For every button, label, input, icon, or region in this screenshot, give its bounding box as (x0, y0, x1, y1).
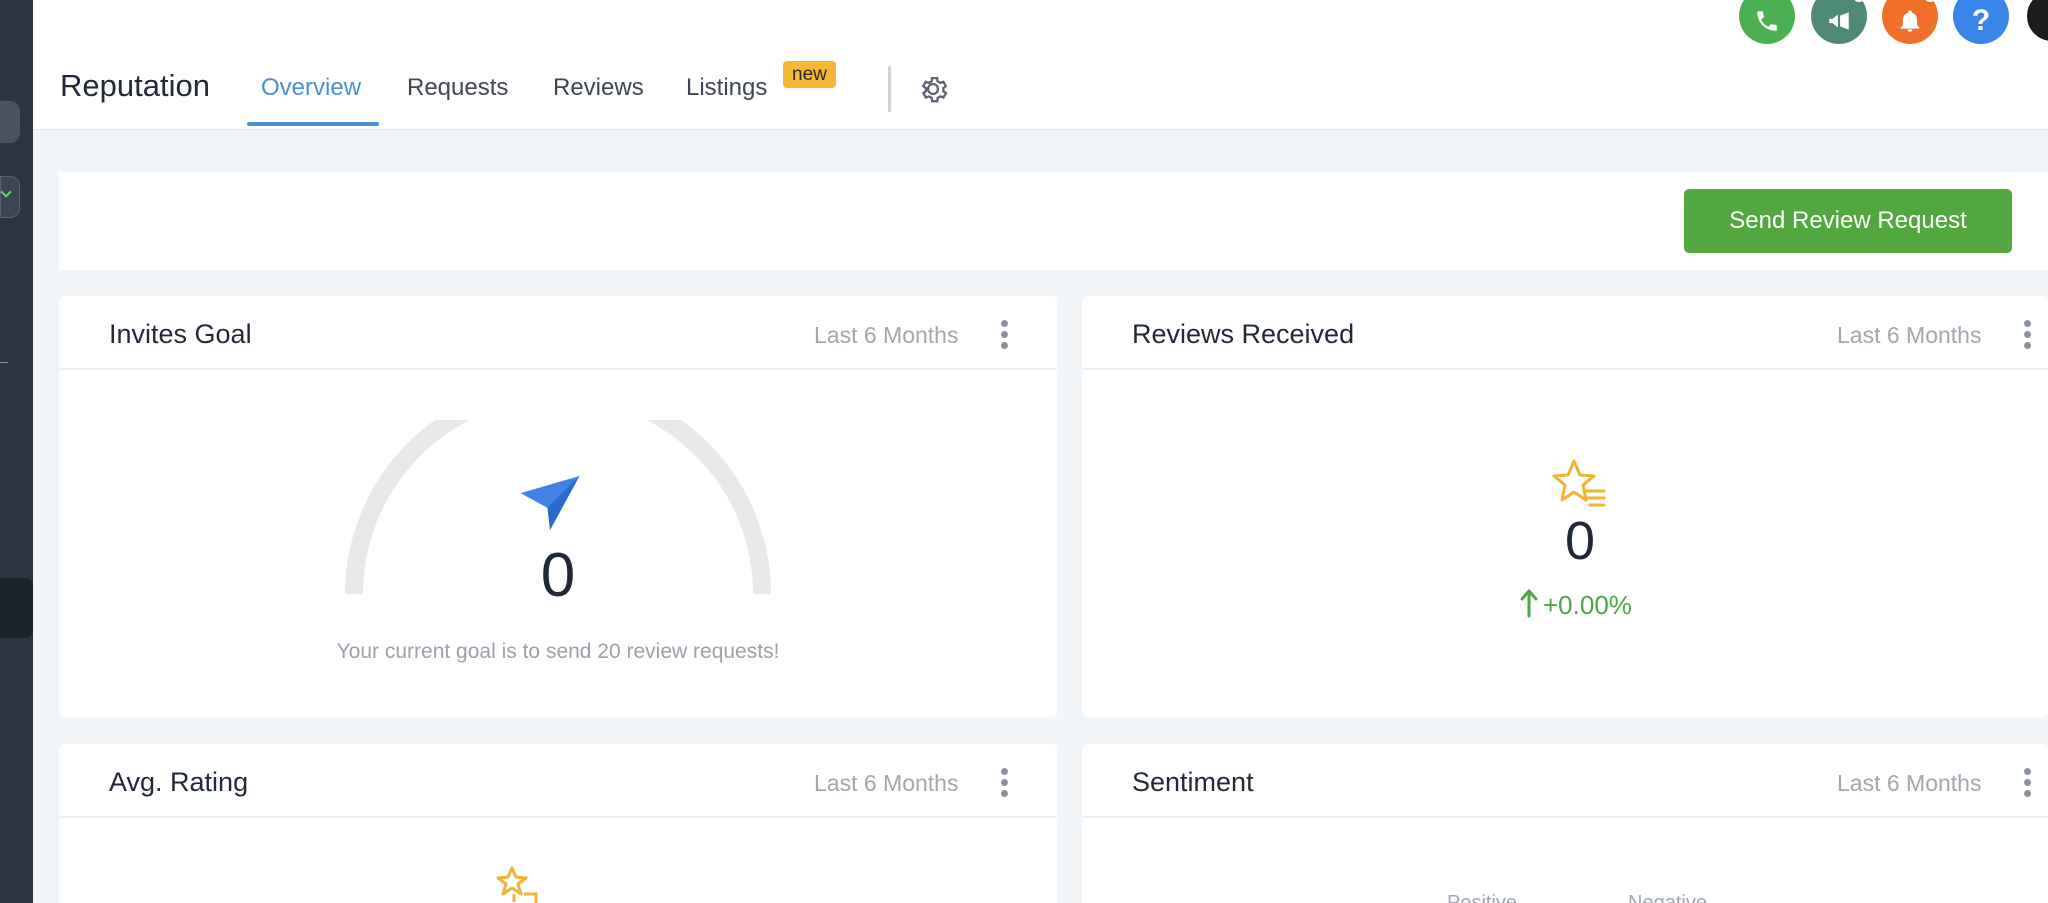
sidebar-divider (0, 362, 8, 363)
header-divider (888, 66, 891, 112)
reviews-change: +0.00% (1543, 590, 1632, 620)
help-icon: ? (1971, 4, 1991, 37)
date-range-label: Last 6 Months (1837, 322, 1982, 348)
tab-listings[interactable]: Listings (686, 74, 767, 102)
card-title: Invites Goal (109, 319, 252, 349)
date-range-label: Last 6 Months (814, 322, 959, 348)
star-rating-icon (496, 866, 538, 903)
more-options-icon[interactable] (2024, 768, 2032, 798)
tab-requests[interactable]: Requests (407, 74, 508, 102)
card-title: Avg. Rating (109, 767, 249, 797)
megaphone-icon (1829, 12, 1849, 30)
sidebar-item[interactable] (0, 101, 20, 143)
arrow-up-icon (1520, 589, 1538, 618)
notification-dot (1853, 0, 1865, 2)
reviews-count: 0 (1564, 511, 1596, 571)
legend-positive: Positive (1447, 892, 1518, 903)
paper-plane-icon (520, 476, 580, 530)
tab-overview[interactable]: Overview (261, 74, 361, 102)
gear-icon[interactable] (916, 72, 950, 106)
sidebar-item-active[interactable] (0, 578, 33, 638)
active-tab-indicator (247, 122, 379, 126)
legend-negative: Negative (1628, 892, 1707, 903)
phone-icon (1757, 11, 1777, 31)
page-title: Reputation (60, 68, 210, 103)
card-title: Reviews Received (1132, 319, 1355, 349)
tab-reviews[interactable]: Reviews (553, 74, 644, 102)
more-options-icon[interactable] (2024, 320, 2032, 350)
goal-description: Your current goal is to send 20 review r… (336, 640, 780, 663)
card-title: Sentiment (1132, 767, 1254, 797)
star-review-icon (1552, 459, 1606, 507)
more-options-icon[interactable] (1001, 768, 1009, 798)
sidebar-item[interactable] (0, 176, 20, 218)
more-options-icon[interactable] (1001, 320, 1009, 350)
left-sidebar (0, 0, 33, 903)
date-range-label: Last 6 Months (814, 770, 959, 796)
bell-icon (1900, 10, 1920, 32)
notification-dot (1924, 0, 1936, 2)
date-range-label: Last 6 Months (1837, 770, 1982, 796)
invites-count: 0 (540, 541, 576, 610)
send-review-request-button[interactable]: Send Review Request (1684, 189, 2012, 253)
new-badge: new (783, 61, 836, 88)
